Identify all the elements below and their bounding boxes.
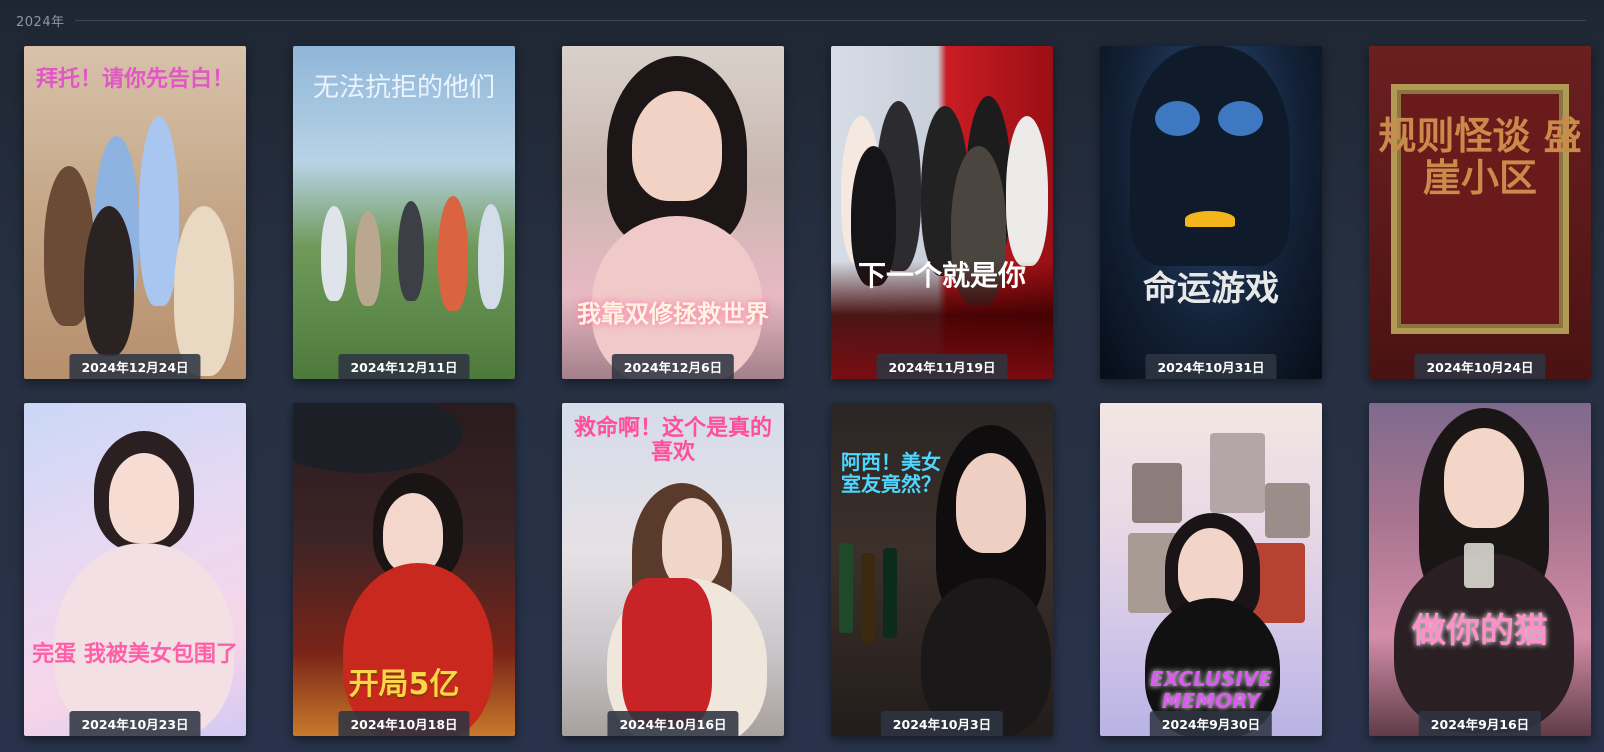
poster-title-text: 完蛋 我被美女包围了 <box>32 642 238 667</box>
year-label: 2024年 <box>16 14 65 30</box>
poster-title-art: 做你的猫 <box>1369 611 1591 651</box>
game-card[interactable]: 无法抗拒的他们 2024年12月11日 <box>293 46 515 379</box>
poster-title-text: 规则怪谈 盛崖小区 <box>1378 114 1582 200</box>
game-poster: 阿西！美女室友竟然？ <box>831 403 1053 736</box>
poster-title-art: 救命啊！这个是真的喜欢 <box>562 416 784 466</box>
game-poster: 开局5亿 <box>293 403 515 736</box>
poster-title-text: 我靠双修拯救世界 <box>577 300 769 328</box>
poster-title-art: 下一个就是你 <box>831 259 1053 292</box>
game-poster: 做你的猫 <box>1369 403 1591 736</box>
game-poster: 完蛋 我被美女包围了 <box>24 403 246 736</box>
game-card[interactable]: 阿西！美女室友竟然？ 2024年10月3日 <box>831 403 1053 736</box>
poster-title-art: 完蛋 我被美女包围了 <box>24 642 246 667</box>
game-poster: EXCLUSIVE MEMORY <box>1100 403 1322 736</box>
poster-title-text: 开局5亿 <box>348 667 460 702</box>
release-date-badge: 2024年9月30日 <box>1149 711 1273 736</box>
poster-title-art: 拜托！请你先告白！ <box>24 67 246 92</box>
poster-title-text: 阿西！美女室友竟然？ <box>841 450 941 496</box>
game-poster: 命运游戏 <box>1100 46 1322 379</box>
year-section-header: 2024年 <box>16 10 1586 30</box>
release-date-badge: 2024年10月24日 <box>1414 354 1546 379</box>
poster-title-art: 命运游戏 <box>1100 269 1322 309</box>
game-card[interactable]: 做你的猫 2024年9月16日 <box>1369 403 1591 736</box>
release-date-badge: 2024年10月31日 <box>1145 354 1277 379</box>
game-card[interactable]: 救命啊！这个是真的喜欢 2024年10月16日 <box>562 403 784 736</box>
poster-title-text: 命运游戏 <box>1143 269 1279 309</box>
game-poster: 救命啊！这个是真的喜欢 <box>562 403 784 736</box>
game-poster-grid: 拜托！请你先告白！ 2024年12月24日 无法抗拒的他们 2024年12月11… <box>24 46 1591 736</box>
poster-title-art: 规则怪谈 盛崖小区 <box>1369 114 1591 200</box>
game-card[interactable]: 拜托！请你先告白！ 2024年12月24日 <box>24 46 246 379</box>
release-date-badge: 2024年10月3日 <box>880 711 1004 736</box>
game-poster: 下一个就是你 <box>831 46 1053 379</box>
poster-title-art: 无法抗拒的他们 <box>293 74 515 103</box>
game-card[interactable]: 命运游戏 2024年10月31日 <box>1100 46 1322 379</box>
release-date-badge: 2024年9月16日 <box>1418 711 1542 736</box>
poster-title-text: 救命啊！这个是真的喜欢 <box>573 416 772 466</box>
game-poster: 无法抗拒的他们 <box>293 46 515 379</box>
release-date-badge: 2024年10月18日 <box>338 711 470 736</box>
game-poster: 拜托！请你先告白！ <box>24 46 246 379</box>
poster-title-text: EXCLUSIVE MEMORY <box>1150 667 1272 713</box>
poster-title-art: 我靠双修拯救世界 <box>562 301 784 327</box>
poster-title-text: 做你的猫 <box>1412 611 1548 651</box>
game-card[interactable]: 完蛋 我被美女包围了 2024年10月23日 <box>24 403 246 736</box>
release-date-badge: 2024年12月6日 <box>611 354 735 379</box>
release-date-badge: 2024年10月16日 <box>607 711 739 736</box>
game-card[interactable]: 我靠双修拯救世界 2024年12月6日 <box>562 46 784 379</box>
game-poster: 规则怪谈 盛崖小区 <box>1369 46 1591 379</box>
poster-title-text: 下一个就是你 <box>857 259 1026 292</box>
game-card[interactable]: 开局5亿 2024年10月18日 <box>293 403 515 736</box>
poster-title-art: EXCLUSIVE MEMORY <box>1100 668 1322 712</box>
release-date-badge: 2024年11月19日 <box>876 354 1008 379</box>
poster-title-text: 拜托！请你先告白！ <box>35 67 234 92</box>
release-date-badge: 2024年12月11日 <box>338 354 470 379</box>
game-card[interactable]: 下一个就是你 2024年11月19日 <box>831 46 1053 379</box>
game-card[interactable]: EXCLUSIVE MEMORY 2024年9月30日 <box>1100 403 1322 736</box>
poster-title-art: 开局5亿 <box>293 668 515 701</box>
game-poster: 我靠双修拯救世界 <box>562 46 784 379</box>
poster-title-art: 阿西！美女室友竟然？ <box>831 451 951 495</box>
release-date-badge: 2024年12月24日 <box>69 354 201 379</box>
year-divider <box>74 19 1586 21</box>
game-card[interactable]: 规则怪谈 盛崖小区 2024年10月24日 <box>1369 46 1591 379</box>
poster-title-text: 无法抗拒的他们 <box>312 73 495 103</box>
release-date-badge: 2024年10月23日 <box>69 711 201 736</box>
